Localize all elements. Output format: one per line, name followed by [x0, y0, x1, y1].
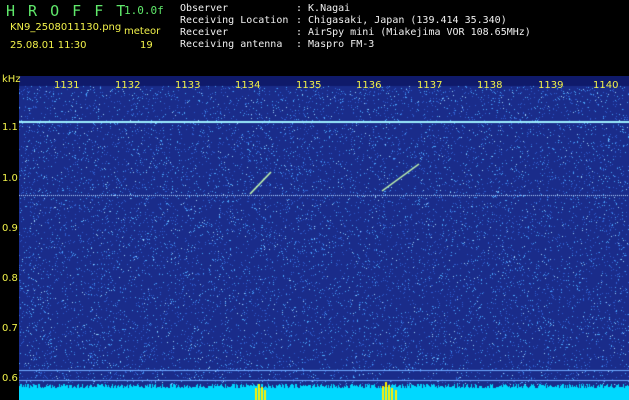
- x-tick-label: 1131: [54, 80, 80, 91]
- x-tick-label: 1136: [356, 80, 382, 91]
- y-tick-label: 0.7: [2, 323, 18, 334]
- y-tick-label: 1.1: [2, 122, 18, 133]
- y-tick-label: 0.6: [2, 373, 18, 384]
- hroft-display: { "header": { "logo": "H R O F F T", "ve…: [0, 0, 629, 400]
- y-unit-label: kHz: [2, 74, 21, 85]
- x-tick-label: 1132: [115, 80, 141, 91]
- x-tick-label: 1134: [235, 80, 261, 91]
- info-value-antenna: : Maspro FM-3: [296, 39, 375, 50]
- info-key-antenna: Receiving antenna: [180, 39, 283, 50]
- y-tick-label: 0.9: [2, 223, 18, 234]
- x-tick-label: 1140: [593, 80, 619, 91]
- info-value-receiver: : AirSpy mini (Miakejima VOR 108.65MHz): [296, 27, 531, 38]
- datetime-label: 25.08.01 11:30: [10, 40, 87, 51]
- x-tick-label: 1135: [296, 80, 322, 91]
- info-key-location: Receiving Location: [180, 15, 289, 26]
- x-tick-label: 1138: [477, 80, 503, 91]
- count-label: 19: [140, 40, 153, 51]
- filename-label: KN9_2508011130.png: [10, 22, 122, 33]
- y-tick-label: 0.8: [2, 273, 18, 284]
- info-value-location: : Chigasaki, Japan (139.414 35.340): [296, 15, 507, 26]
- version-label: 1.0.0f: [124, 4, 164, 17]
- info-value-observer: : K.Nagai: [296, 3, 351, 14]
- app-logo: H R O F F T: [6, 2, 128, 20]
- spectrogram-canvas: [19, 76, 629, 400]
- mode-label: meteor: [124, 26, 161, 37]
- x-tick-label: 1133: [175, 80, 201, 91]
- x-tick-label: 1137: [417, 80, 443, 91]
- info-key-receiver: Receiver: [180, 27, 229, 38]
- info-key-observer: Observer: [180, 3, 229, 14]
- y-tick-label: 1.0: [2, 173, 18, 184]
- x-tick-label: 1139: [538, 80, 564, 91]
